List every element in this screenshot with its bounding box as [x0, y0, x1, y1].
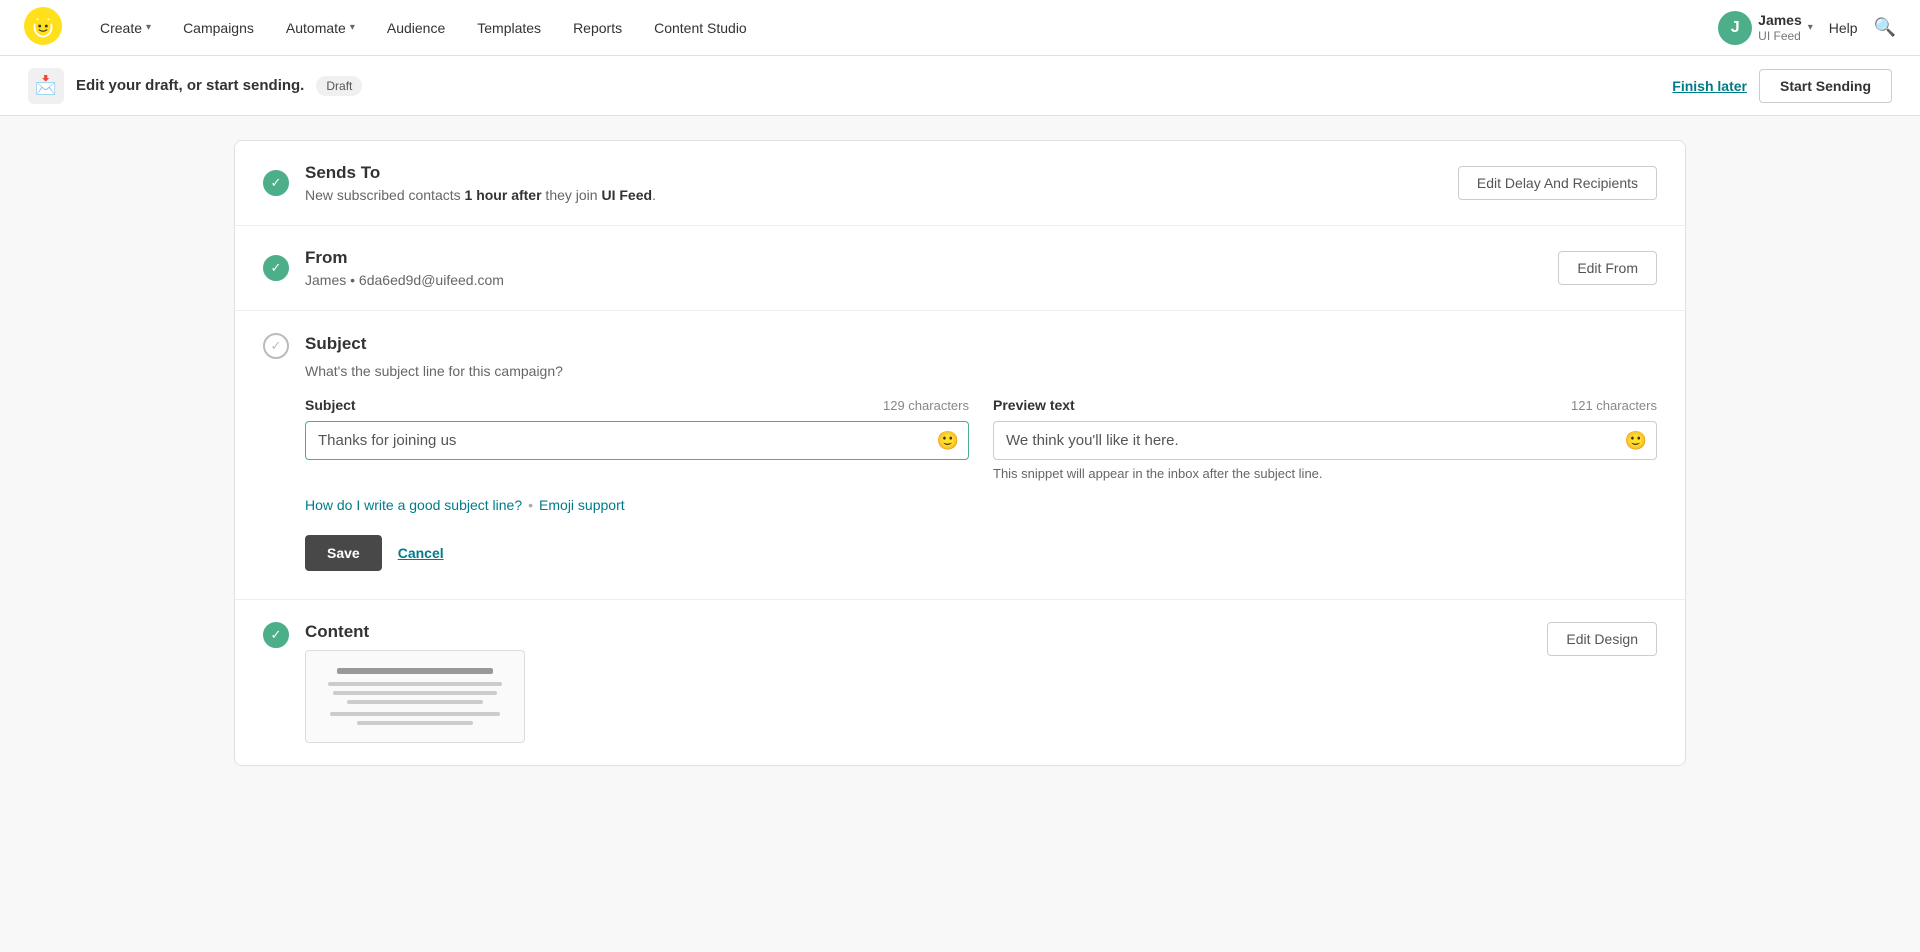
subject-check: ✓	[263, 333, 289, 359]
content-action: Edit Design	[1547, 622, 1657, 656]
draft-bar-title: Edit your draft, or start sending.	[76, 77, 304, 94]
preview-label-row: Preview text 121 characters	[993, 397, 1657, 413]
sends-to-title: Sends To	[305, 163, 1442, 183]
nav-create-label: Create	[100, 20, 142, 36]
subject-title: Subject	[305, 334, 366, 354]
subject-actions: Save Cancel	[305, 535, 1657, 571]
user-sub: UI Feed	[1758, 29, 1802, 43]
nav-create[interactable]: Create ▾	[86, 12, 165, 44]
preview-text-field-group: Preview text 121 characters 🙂 This snipp…	[993, 397, 1657, 481]
nav-reports-label: Reports	[573, 20, 622, 36]
nav-templates-label: Templates	[477, 20, 541, 36]
nav-campaigns-label: Campaigns	[183, 20, 254, 36]
subject-input[interactable]	[305, 421, 969, 460]
subject-label: Subject	[305, 397, 356, 413]
preview-emoji-button[interactable]: 🙂	[1625, 430, 1647, 451]
sends-to-section: ✓ Sends To New subscribed contacts 1 hou…	[235, 141, 1685, 226]
main-content: ✓ Sends To New subscribed contacts 1 hou…	[210, 140, 1710, 766]
nav-automate-label: Automate	[286, 20, 346, 36]
subject-links-row: How do I write a good subject line? • Em…	[305, 497, 1657, 513]
subject-fields-row: Subject 129 characters 🙂 Preview text 12…	[305, 397, 1657, 481]
cancel-button[interactable]: Cancel	[398, 545, 444, 561]
edit-delay-recipients-button[interactable]: Edit Delay And Recipients	[1458, 166, 1657, 200]
from-section: ✓ From James • 6da6ed9d@uifeed.com Edit …	[235, 226, 1685, 311]
subject-emoji-button[interactable]: 🙂	[937, 430, 959, 451]
sends-to-brand: UI Feed	[601, 187, 652, 203]
from-title: From	[305, 248, 1542, 268]
top-nav: Create ▾ Campaigns Automate ▾ Audience T…	[0, 0, 1920, 56]
start-sending-button[interactable]: Start Sending	[1759, 69, 1892, 103]
content-body: Content	[305, 622, 1531, 743]
draft-icon: 📩	[28, 68, 64, 104]
nav-audience-label: Audience	[387, 20, 445, 36]
help-link[interactable]: Help	[1829, 20, 1858, 36]
subject-line-help-link[interactable]: How do I write a good subject line?	[305, 497, 522, 513]
draft-bar: 📩 Edit your draft, or start sending. Dra…	[0, 56, 1920, 116]
links-separator: •	[528, 497, 533, 513]
user-text: James UI Feed	[1758, 12, 1802, 43]
subject-header-text: Subject	[305, 334, 366, 358]
from-check: ✓	[263, 255, 289, 281]
search-icon[interactable]: 🔍	[1874, 17, 1896, 38]
subject-input-wrap: 🙂	[305, 421, 969, 460]
user-menu[interactable]: J James UI Feed ▾	[1718, 11, 1813, 45]
preview-text-input[interactable]	[993, 421, 1657, 460]
from-email: 6da6ed9d@uifeed.com	[359, 272, 504, 288]
subject-char-count: 129 characters	[883, 398, 969, 413]
nav-right: J James UI Feed ▾ Help 🔍	[1718, 11, 1896, 45]
from-subtitle: James • 6da6ed9d@uifeed.com	[305, 272, 1542, 288]
save-button[interactable]: Save	[305, 535, 382, 571]
avatar: J	[1718, 11, 1752, 45]
sends-to-content: Sends To New subscribed contacts 1 hour …	[305, 163, 1442, 203]
preview-hint: This snippet will appear in the inbox af…	[993, 466, 1657, 481]
draft-bar-actions: Finish later Start Sending	[1672, 69, 1892, 103]
sends-to-period: .	[652, 187, 656, 203]
nav-audience[interactable]: Audience	[373, 12, 459, 44]
subject-section: ✓ Subject What's the subject line for th…	[235, 311, 1685, 600]
preview-lines	[318, 663, 512, 730]
nav-content-studio-label: Content Studio	[654, 20, 747, 36]
preview-input-wrap: 🙂	[993, 421, 1657, 460]
from-content: From James • 6da6ed9d@uifeed.com	[305, 248, 1542, 288]
nav-reports[interactable]: Reports	[559, 12, 636, 44]
subject-body: What's the subject line for this campaig…	[305, 363, 1657, 571]
preview-char-count: 121 characters	[1571, 398, 1657, 413]
content-section: ✓ Content Edit Design	[235, 600, 1685, 765]
nav-create-chevron: ▾	[146, 22, 151, 33]
subject-description: What's the subject line for this campaig…	[305, 363, 1657, 379]
sends-to-check: ✓	[263, 170, 289, 196]
emoji-support-link[interactable]: Emoji support	[539, 497, 625, 513]
logo[interactable]	[24, 7, 78, 48]
from-sep: •	[350, 272, 359, 288]
user-name: James	[1758, 12, 1802, 29]
edit-from-button[interactable]: Edit From	[1558, 251, 1657, 285]
draft-badge: Draft	[316, 76, 362, 96]
sends-to-post: they join	[542, 187, 602, 203]
campaign-card: ✓ Sends To New subscribed contacts 1 hou…	[234, 140, 1686, 766]
preview-text-label: Preview text	[993, 397, 1075, 413]
content-preview	[305, 650, 525, 743]
nav-automate[interactable]: Automate ▾	[272, 12, 369, 44]
content-check: ✓	[263, 622, 289, 648]
subject-header: ✓ Subject	[263, 333, 1657, 359]
sends-to-pre: New subscribed contacts	[305, 187, 465, 203]
nav-templates[interactable]: Templates	[463, 12, 555, 44]
edit-design-button[interactable]: Edit Design	[1547, 622, 1657, 656]
content-title: Content	[305, 622, 1531, 642]
sends-to-subtitle: New subscribed contacts 1 hour after the…	[305, 187, 1442, 203]
subject-label-row: Subject 129 characters	[305, 397, 969, 413]
sends-to-action: Edit Delay And Recipients	[1458, 166, 1657, 200]
user-chevron: ▾	[1808, 22, 1813, 33]
from-action: Edit From	[1558, 251, 1657, 285]
nav-campaigns[interactable]: Campaigns	[169, 12, 268, 44]
subject-field-group: Subject 129 characters 🙂	[305, 397, 969, 481]
sends-to-bold: 1 hour after	[465, 187, 542, 203]
finish-later-button[interactable]: Finish later	[1672, 78, 1747, 94]
nav-content-studio[interactable]: Content Studio	[640, 12, 761, 44]
nav-items: Create ▾ Campaigns Automate ▾ Audience T…	[86, 12, 1710, 44]
from-name: James	[305, 272, 346, 288]
nav-automate-chevron: ▾	[350, 22, 355, 33]
